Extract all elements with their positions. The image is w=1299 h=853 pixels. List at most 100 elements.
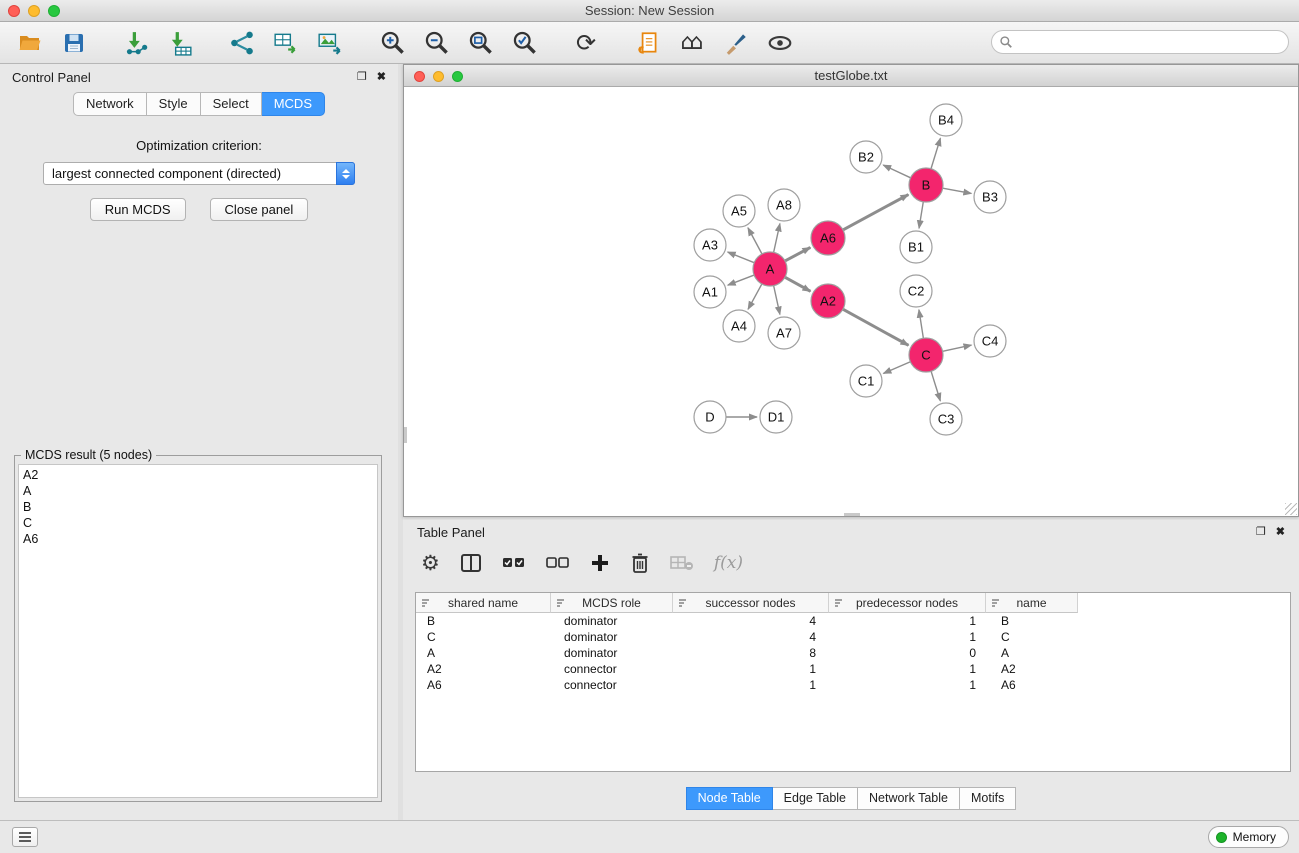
column-header-successor-nodes[interactable]: successor nodes	[673, 593, 829, 613]
node-D1[interactable]: D1	[760, 401, 792, 433]
resize-grip[interactable]	[1285, 503, 1297, 515]
node-A1[interactable]: A1	[694, 276, 726, 308]
node-B[interactable]: B	[909, 168, 943, 202]
column-header-predecessor-nodes[interactable]: predecessor nodes	[829, 593, 986, 613]
table-cell[interactable]: 1	[829, 678, 986, 692]
delete-column-icon[interactable]	[670, 549, 694, 577]
refresh-icon[interactable]: ⟳	[570, 27, 602, 59]
run-mcds-button[interactable]: Run MCDS	[90, 198, 186, 221]
function-builder-icon[interactable]: f(x)	[714, 549, 743, 577]
column-header-shared-name[interactable]: shared name	[416, 593, 551, 613]
result-item-A6[interactable]: A6	[23, 531, 377, 547]
node-C2[interactable]: C2	[900, 275, 932, 307]
table-cell[interactable]: 8	[673, 646, 829, 660]
zoom-in-icon[interactable]	[376, 27, 408, 59]
node-C4[interactable]: C4	[974, 325, 1006, 357]
edge-C-C1[interactable]	[883, 362, 910, 374]
table-cell[interactable]: 4	[673, 630, 829, 644]
show-columns-icon[interactable]	[460, 549, 482, 577]
table-cell[interactable]: C	[986, 630, 1078, 644]
edge-B-B3[interactable]	[943, 188, 972, 193]
edge-A-A4[interactable]	[748, 284, 762, 309]
edge-B-B2[interactable]	[883, 165, 910, 178]
network-graph[interactable]: AA6A2BCA1A3A4A5A7A8B1B2B3B4C1C2C3C4DD1	[404, 87, 1298, 516]
node-A4[interactable]: A4	[723, 310, 755, 342]
edge-B-B1[interactable]	[919, 202, 923, 228]
import-table-file-icon[interactable]	[164, 27, 196, 59]
node-D[interactable]: D	[694, 401, 726, 433]
table-row[interactable]: Cdominator41C	[416, 629, 1290, 645]
table-cell[interactable]: connector	[551, 678, 673, 692]
edge-B-B4[interactable]	[931, 138, 940, 169]
save-icon[interactable]	[58, 27, 90, 59]
table-close-icon[interactable]: ✖	[1276, 527, 1285, 538]
memory-button[interactable]: Memory	[1208, 826, 1289, 848]
node-C3[interactable]: C3	[930, 403, 962, 435]
tab-select[interactable]: Select	[201, 92, 262, 116]
node-A3[interactable]: A3	[694, 229, 726, 261]
table-cell[interactable]: A	[416, 646, 551, 660]
edge-C-C2[interactable]	[919, 310, 923, 338]
tab-motifs[interactable]: Motifs	[960, 787, 1016, 810]
node-A[interactable]: A	[753, 252, 787, 286]
table-float-icon[interactable]: ❐	[1256, 527, 1266, 538]
search-input[interactable]	[991, 30, 1289, 54]
edge-A2-C[interactable]	[843, 309, 909, 345]
table-row[interactable]: Adominator80A	[416, 645, 1290, 661]
tab-node-table[interactable]: Node Table	[686, 787, 773, 810]
edge-A-A6[interactable]	[785, 247, 810, 261]
open-session-doc-icon[interactable]	[632, 27, 664, 59]
edge-C-C4[interactable]	[943, 345, 972, 351]
table-cell[interactable]: B	[416, 614, 551, 628]
home-icon[interactable]: ⌂⌂	[676, 27, 708, 59]
zoom-selected-icon[interactable]	[508, 27, 540, 59]
table-cell[interactable]: 1	[673, 678, 829, 692]
open-folder-icon[interactable]	[14, 27, 46, 59]
result-item-A[interactable]: A	[23, 483, 377, 499]
table-cell[interactable]: A	[986, 646, 1078, 660]
column-header-MCDS-role[interactable]: MCDS role	[551, 593, 673, 613]
node-A2[interactable]: A2	[811, 284, 845, 318]
table-cell[interactable]: dominator	[551, 646, 673, 660]
zoom-out-icon[interactable]	[420, 27, 452, 59]
select-all-icon[interactable]	[502, 549, 526, 577]
edge-A-A2[interactable]	[785, 277, 811, 291]
table-cell[interactable]: 4	[673, 614, 829, 628]
result-item-A2[interactable]: A2	[23, 467, 377, 483]
node-C[interactable]: C	[909, 338, 943, 372]
edge-C-C3[interactable]	[931, 371, 940, 401]
edge-A-A8[interactable]	[774, 224, 780, 253]
deselect-all-icon[interactable]	[546, 549, 570, 577]
table-cell[interactable]: 1	[829, 614, 986, 628]
network-image-icon[interactable]	[314, 27, 346, 59]
result-item-C[interactable]: C	[23, 515, 377, 531]
node-A6[interactable]: A6	[811, 221, 845, 255]
network-canvas[interactable]: AA6A2BCA1A3A4A5A7A8B1B2B3B4C1C2C3C4DD1	[404, 87, 1298, 516]
table-row[interactable]: Bdominator41B	[416, 613, 1290, 629]
add-row-icon[interactable]	[590, 549, 610, 577]
table-cell[interactable]: 1	[829, 662, 986, 676]
edge-A-A5[interactable]	[748, 228, 762, 254]
node-B1[interactable]: B1	[900, 231, 932, 263]
edge-A-A7[interactable]	[774, 286, 780, 315]
import-network-file-icon[interactable]	[120, 27, 152, 59]
table-cell[interactable]: connector	[551, 662, 673, 676]
node-B4[interactable]: B4	[930, 104, 962, 136]
node-A8[interactable]: A8	[768, 189, 800, 221]
tab-style[interactable]: Style	[147, 92, 201, 116]
criterion-dropdown[interactable]: largest connected component (directed)	[43, 162, 355, 185]
new-network-icon[interactable]	[226, 27, 258, 59]
close-panel-icon[interactable]: ✖	[377, 72, 386, 83]
tab-edge-table[interactable]: Edge Table	[773, 787, 858, 810]
result-item-B[interactable]: B	[23, 499, 377, 515]
table-cell[interactable]: 1	[829, 630, 986, 644]
table-cell[interactable]: dominator	[551, 614, 673, 628]
task-list-icon[interactable]	[12, 827, 38, 847]
zoom-fit-icon[interactable]	[464, 27, 496, 59]
table-cell[interactable]: A6	[986, 678, 1078, 692]
close-panel-button[interactable]: Close panel	[210, 198, 309, 221]
node-B2[interactable]: B2	[850, 141, 882, 173]
table-cell[interactable]: A6	[416, 678, 551, 692]
table-cell[interactable]: A2	[986, 662, 1078, 676]
table-row[interactable]: A6connector11A6	[416, 677, 1290, 693]
